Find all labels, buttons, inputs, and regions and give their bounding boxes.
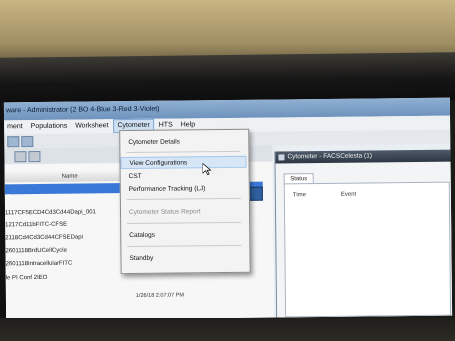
list-item[interactable]: 2601118BrdUCellCycle <box>5 248 67 255</box>
toolbar-button-2[interactable] <box>21 136 34 148</box>
toolbar-button-1[interactable] <box>7 136 20 148</box>
list-item[interactable]: le PI Conf 2IEO <box>6 275 48 281</box>
toolbar-button-3[interactable] <box>14 151 27 163</box>
menu-worksheet[interactable]: Worksheet <box>72 119 111 133</box>
menu-item-view-configurations[interactable]: View Configurations <box>120 155 247 170</box>
menu-experiment[interactable]: ment <box>4 120 26 134</box>
monitor-screen: ware - Administrator (2 BO 4-Blue 3-Red … <box>3 97 453 321</box>
window-icon <box>278 154 285 161</box>
cytometer-window: Cytometer - FACSCelesta (1) Status Time … <box>274 149 453 318</box>
menu-item-performance-tracking[interactable]: Performance Tracking (LJ) <box>121 183 247 196</box>
list-item[interactable]: 1117CF5ECD4Cd3Cd44Dapi_001 <box>5 209 96 216</box>
menu-item-cytometer-status-report: Cytometer Status Report <box>128 208 201 217</box>
column-header-time: Time <box>292 192 307 199</box>
menu-item-cst[interactable]: CST <box>121 170 247 183</box>
column-header-name[interactable]: Name <box>4 170 135 183</box>
mouse-pointer-icon <box>202 163 212 176</box>
timestamp: 1/26/18 2:07:07 PM <box>135 292 184 299</box>
cytometer-menu-dropdown: Cytometer Details View Configurations CS… <box>119 128 251 275</box>
toolbar-action-icon[interactable] <box>248 186 263 201</box>
selected-row-label: e <box>6 193 11 200</box>
column-header-event: Event <box>340 191 357 198</box>
menu-separator <box>126 197 241 201</box>
list-item[interactable]: 2118Cd4Cd3Cd44CFSEDapi <box>5 235 83 242</box>
desk-surface <box>0 318 455 341</box>
cytometer-window-title[interactable]: Cytometer - FACSCelesta (1) <box>275 149 452 164</box>
menu-populations[interactable]: Populations <box>28 120 71 134</box>
status-panel: Time Event <box>283 181 452 318</box>
toolbar-button-4[interactable] <box>28 150 41 163</box>
menu-separator <box>127 221 242 225</box>
menu-separator <box>127 244 242 248</box>
menu-separator <box>126 150 241 154</box>
menu-item-cytometer-details[interactable]: Cytometer Details <box>120 136 246 149</box>
list-item[interactable]: 2601118IntracellularFITC <box>6 261 73 268</box>
menu-item-catalogs[interactable]: Catalogs <box>121 229 247 242</box>
list-item[interactable]: 1217Cd11bFITC-CFSE <box>5 222 67 229</box>
menu-item-standby[interactable]: Standby <box>121 252 247 265</box>
